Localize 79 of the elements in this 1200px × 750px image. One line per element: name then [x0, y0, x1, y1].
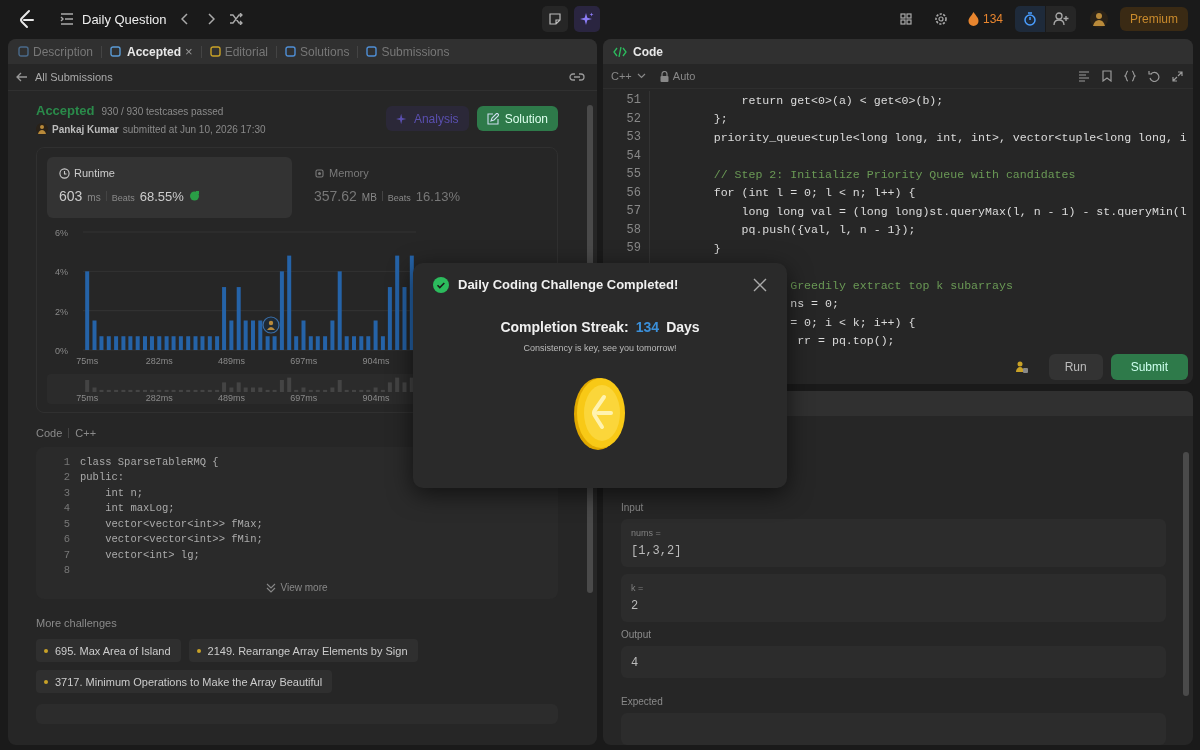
code-line: int maxLog; [105, 502, 175, 515]
axis-label: 282ms [145, 356, 173, 366]
line-number: 6 [62, 533, 70, 546]
submitted-text: submitted at Jun 10, 2026 17:30 [122, 123, 266, 135]
streak-label: Completion Streak: [500, 318, 629, 335]
axis-label: 904ms [362, 393, 390, 403]
line-number: 59 [626, 241, 641, 256]
line-number: 3 [62, 486, 70, 499]
code-line: priority_queue<tuple<long long, int, int>, vector<tuple<long long, i [713, 130, 1187, 144]
line-number: 1 [62, 455, 70, 468]
code-line: }; [713, 112, 728, 126]
stat-value: 357.62 [314, 188, 357, 204]
line-number: 55 [626, 167, 641, 182]
line-number: 58 [626, 222, 641, 237]
dialog-message: Consistency is key, see you tomorrow! [523, 342, 677, 353]
axis-label: 4% [55, 267, 68, 278]
axis-label: 282ms [145, 393, 173, 403]
line-number: 7 [62, 548, 70, 561]
variable-value: 2 [631, 599, 639, 613]
section-label: Output [621, 629, 653, 640]
beats-percent: 16.13% [415, 189, 460, 204]
streak-days: 134 [635, 318, 660, 335]
stat-unit: MB [361, 192, 377, 203]
section-label: Expected [621, 696, 664, 707]
stat-title: Memory [329, 167, 369, 179]
code-line: = 0; i < k; i++) { [790, 315, 916, 329]
dialog-title: Daily Coding Challenge Completed! [458, 277, 679, 292]
line-number: 52 [626, 111, 641, 126]
code-line: ns = 0; [790, 297, 839, 311]
line-number: 53 [626, 130, 641, 145]
section-title: More challenges [36, 617, 118, 629]
code-line: vector<int> lg; [105, 548, 200, 561]
code-line: Greedily extract top k subarrays [790, 278, 1013, 292]
axis-label: 697ms [290, 356, 318, 366]
axis-label: 489ms [217, 393, 245, 403]
code-line: pq.push({val, l, n - 1}); [741, 223, 916, 237]
beats-label: Beats [111, 193, 135, 203]
axis-label: 75ms [76, 393, 99, 403]
code-line: int n; [105, 486, 144, 499]
code-line: vector<vector<int>> fMin; [105, 533, 263, 546]
status-text: Accepted [36, 103, 95, 118]
code-line: } [713, 241, 721, 255]
line-number: 5 [62, 517, 70, 530]
line-number: 51 [626, 93, 641, 108]
line-number: 8 [62, 564, 70, 577]
code-line: // Step 2: Initialize Priority Queue with candidates [713, 167, 1076, 181]
axis-label: 904ms [362, 356, 390, 366]
line-number: 2 [62, 471, 70, 484]
axis-label: 0% [55, 346, 68, 356]
code-line: public: [80, 471, 125, 484]
line-number: 56 [626, 185, 641, 200]
code-line: for (int l = 0; l < n; l++) { [713, 186, 916, 200]
line-number: 57 [626, 204, 641, 219]
stat-unit: ms [87, 192, 101, 203]
axis-label: 697ms [290, 393, 318, 403]
streak-unit: Days [666, 318, 700, 335]
code-line: class SparseTableRMQ { [80, 455, 219, 468]
stat-title: Runtime [74, 167, 115, 179]
language-label: C++ [75, 427, 97, 439]
beats-percent: 68.55% [139, 189, 184, 204]
variable-name: k = [631, 583, 645, 593]
code-label: Code [36, 427, 63, 439]
output-value: 4 [631, 656, 639, 670]
code-line: long long val = (long long)st.queryMax(l, n - 1) - st.queryMin(l [741, 204, 1187, 218]
axis-label: 2% [55, 306, 68, 317]
variable-value: [1,3,2] [631, 544, 682, 558]
section-label: Input [621, 502, 645, 513]
axis-label: 75ms [76, 356, 99, 366]
code-line: return get<0>(a) < get<0>(b); [741, 93, 944, 107]
testcases-text: 930 / 930 testcases passed [101, 106, 224, 117]
axis-label: 6% [55, 228, 68, 238]
variable-name: nums = [631, 528, 662, 538]
axis-label: 489ms [217, 356, 245, 366]
line-number: 4 [62, 502, 70, 515]
line-number: 54 [626, 148, 641, 163]
stat-value: 603 [59, 188, 83, 204]
code-line: rr = pq.top(); [797, 334, 895, 348]
code-line: vector<vector<int>> fMax; [105, 517, 263, 530]
beats-label: Beats [387, 193, 411, 203]
